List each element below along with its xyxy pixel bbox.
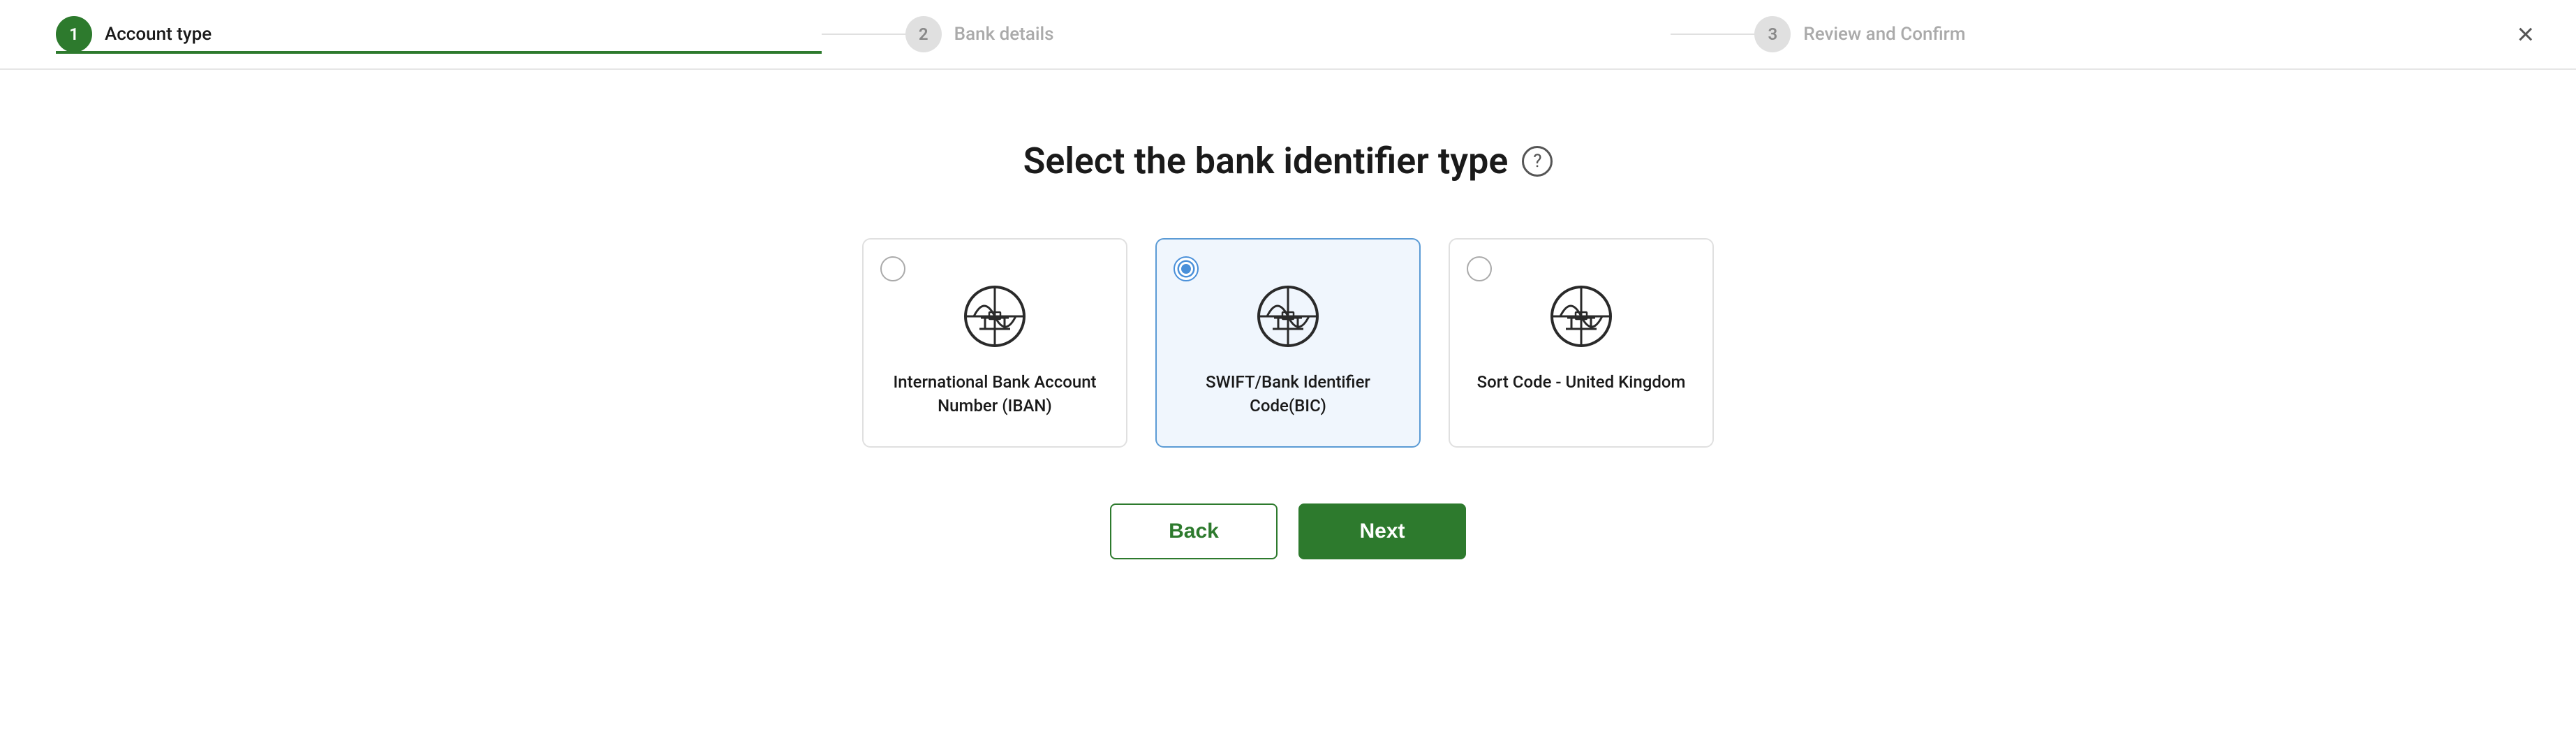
- card-bic[interactable]: SWIFT/Bank Identifier Code(BIC): [1155, 238, 1421, 448]
- step-3: 3 Review and Confirm: [1754, 16, 2520, 52]
- step-2-number: 2: [905, 16, 942, 52]
- step-2: 2 Bank details: [905, 16, 1671, 52]
- radio-bic: [1174, 256, 1199, 281]
- step-divider-2: [1671, 34, 1754, 35]
- help-icon[interactable]: ?: [1522, 146, 1553, 177]
- step-1: 1 Account type: [56, 16, 822, 52]
- bank-icon-sort-code: [1546, 281, 1616, 354]
- step-1-label: Account type: [105, 24, 212, 45]
- page-title: Select the bank identifier type: [1023, 140, 1509, 182]
- step-2-label: Bank details: [954, 24, 1054, 45]
- card-sort-code-label: Sort Code - United Kingdom: [1477, 371, 1686, 395]
- step-3-number: 3: [1754, 16, 1791, 52]
- radio-sort-code: [1467, 256, 1492, 281]
- back-button[interactable]: Back: [1110, 503, 1278, 559]
- step-3-label: Review and Confirm: [1803, 24, 1965, 45]
- cards-container: International Bank Account Number (IBAN): [862, 238, 1714, 448]
- card-iban-label: International Bank Account Number (IBAN): [884, 371, 1105, 418]
- close-button[interactable]: ×: [2517, 20, 2534, 49]
- radio-bic-inner: [1179, 262, 1193, 276]
- modal-container: 1 Account type 2 Bank details 3 Review a…: [0, 0, 2576, 750]
- bank-icon-bic: [1253, 281, 1323, 354]
- buttons-row: Back Next: [1110, 503, 1466, 559]
- radio-iban: [880, 256, 905, 281]
- card-iban[interactable]: International Bank Account Number (IBAN): [862, 238, 1127, 448]
- bank-icon-iban: [960, 281, 1030, 354]
- next-button[interactable]: Next: [1298, 503, 1466, 559]
- step-divider-1: [822, 34, 905, 35]
- card-bic-label: SWIFT/Bank Identifier Code(BIC): [1178, 371, 1398, 418]
- step-1-number: 1: [56, 16, 92, 52]
- card-sort-code[interactable]: Sort Code - United Kingdom: [1449, 238, 1714, 448]
- steps-header: 1 Account type 2 Bank details 3 Review a…: [0, 0, 2576, 70]
- main-content: Select the bank identifier type ?: [0, 70, 2576, 750]
- page-title-row: Select the bank identifier type ?: [1023, 140, 1553, 182]
